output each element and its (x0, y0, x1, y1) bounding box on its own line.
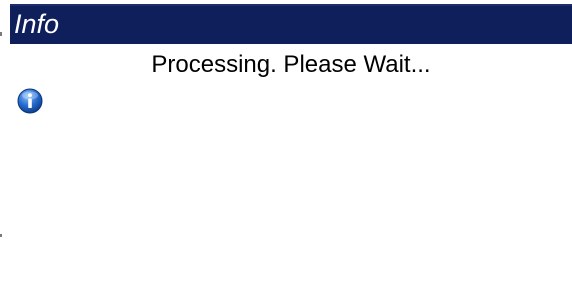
clipped-background-text (0, 0, 572, 3)
edge-artifact (0, 32, 2, 36)
dialog-titlebar[interactable]: Info (10, 4, 572, 44)
processing-message: Processing. Please Wait... (151, 51, 431, 78)
dialog-title: Info (14, 9, 60, 39)
edge-artifact (0, 234, 2, 237)
info-dialog: Info Processing. Please Wait... (10, 4, 572, 305)
info-icon (17, 88, 43, 114)
